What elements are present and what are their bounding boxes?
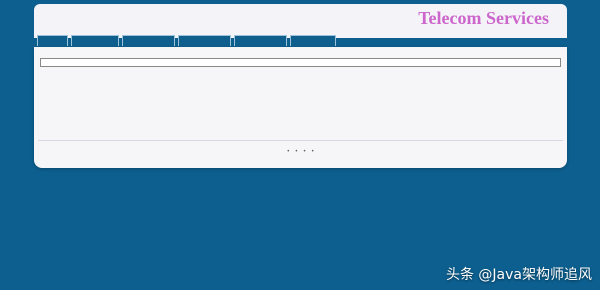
tab-3[interactable]	[122, 35, 175, 46]
tab-6[interactable]	[290, 35, 336, 46]
watermark: 头条 @Java架构师追风	[445, 267, 592, 283]
tab-5[interactable]	[234, 35, 287, 46]
footer-separator: •	[311, 149, 314, 155]
footer-separator: •	[295, 149, 298, 155]
content-divider	[38, 140, 563, 141]
tab-1[interactable]	[37, 35, 68, 46]
footer-separator: •	[303, 149, 306, 155]
tab-2[interactable]	[71, 35, 119, 46]
header-bar: Telecom Services	[34, 4, 567, 38]
nav-tabs	[37, 35, 339, 47]
content-panel: • • • •	[34, 47, 567, 168]
tab-4[interactable]	[178, 35, 231, 46]
footer-links: • • • •	[34, 147, 567, 157]
site-title: Telecom Services	[418, 8, 549, 28]
content-caption	[40, 58, 561, 67]
footer-separator: •	[287, 149, 290, 155]
